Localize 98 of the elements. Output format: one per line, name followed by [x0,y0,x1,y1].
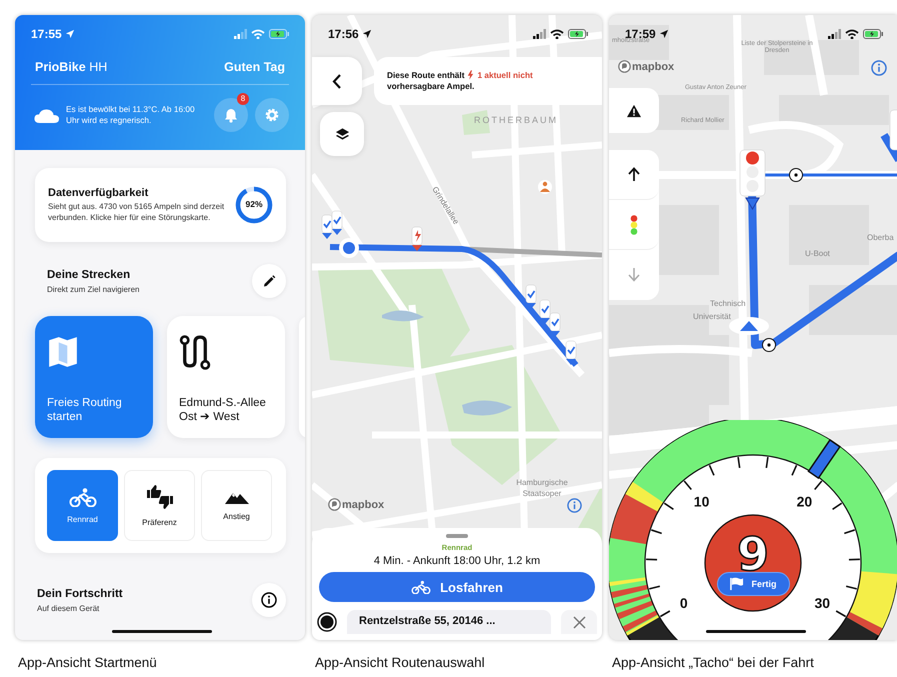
layers-button[interactable] [320,112,364,156]
settings-button[interactable] [255,98,289,132]
signal-icon [234,29,247,39]
traffic-light-marker [322,214,332,239]
signal-icon [533,29,546,39]
drag-handle[interactable] [446,534,468,538]
tick-label: 0 [680,595,688,611]
mapbox-logo-icon [618,60,631,73]
close-icon [572,616,586,628]
map-logo-text: mapbox [632,60,674,72]
bell-icon [224,108,238,122]
thumbs-icon [146,484,174,510]
traffic-light-marker [540,300,550,324]
destination-field[interactable]: Rentzelstraße 55, 20146 ... [347,610,551,634]
battery-icon [568,29,588,39]
person-icon [538,180,552,194]
remove-button[interactable] [561,610,597,634]
map-label: U-Boot [805,249,830,258]
profile-button[interactable]: Präferenz [124,470,195,541]
route-icon [179,334,211,370]
traffic-light-marker [550,312,560,337]
banner-text: Diese Route enthält [387,70,464,80]
destination-marker-icon [317,612,337,632]
route-card[interactable]: Freies Routing starten [35,316,153,438]
section-subtitle: Direkt zum Ziel navigieren [47,284,140,294]
section-title: Dein Fortschritt [37,588,123,600]
warning-icon [626,104,642,118]
info-icon [261,592,277,608]
info-icon [871,60,887,76]
lightning-icon [467,70,474,80]
start-marker [339,238,359,258]
greeting-text: Guten Tag [224,60,285,74]
caption: App-Ansicht „Tacho“ bei der Fahrt [611,655,815,670]
flag-icon [730,577,744,591]
caption: App-Ansicht Startmenü [17,655,158,670]
route-card[interactable]: Edmund-S.-Allee Ost ➔ West [167,316,285,438]
up-button[interactable] [609,150,659,200]
traffic-light-marker [412,226,422,251]
traffic-light-marker [740,150,766,210]
up-arrow-icon [628,167,640,182]
percent-label: 92% [244,199,264,209]
weather-text: Es ist bewölkt bei 11.3°C. Ab 16:00 Uhr wird es regnerisch. [66,104,196,126]
info-button[interactable] [252,583,286,617]
warning-text: 1 aktuell nicht [477,70,533,80]
pencil-icon [262,274,276,288]
cloud-icon [34,106,59,124]
signal-icon [828,29,841,39]
warning-button[interactable] [609,88,659,133]
data-availability-card[interactable]: Datenverfügbarkeit Sieht gut aus. 4730 von 5165 Ampeln sind derzeit verbunden. Klicke hier für eine Störungskarte. 92% [35,168,286,242]
location-arrow-icon [658,29,669,39]
start-button[interactable]: Losfahren [319,572,595,602]
bike-icon [68,487,96,507]
finish-button[interactable]: Fertig [717,572,790,596]
traffic-light-marker [332,210,342,235]
map-label: Technisch [710,299,746,308]
status-time: 17:56 [328,27,359,41]
wifi-icon [845,29,859,39]
traffic-light-marker [526,284,536,309]
wifi-icon [251,29,265,39]
bike-icon [411,580,432,594]
route-summary: 4 Min. - Ankunft 18:00 Uhr, 1.2 km [374,555,540,567]
status-time: 17:55 [31,27,62,41]
map-label: Hamburgische Staatsoper [515,477,569,499]
wifi-icon [550,29,564,39]
down-arrow-icon [628,268,640,282]
map-label: Universität [693,312,731,321]
location-arrow-icon [64,29,75,39]
map-icon [47,334,79,370]
settings-icon [265,108,279,122]
location-arrow-icon [362,29,372,39]
card-text: Sieht gut aus. 4730 von 5165 Ampeln sind derzeit verbunden. Klicke hier für eine Störungskarte. [48,202,226,223]
back-button[interactable] [312,57,362,105]
position-marker [729,317,769,335]
battery-icon [863,29,883,39]
layers-icon [334,127,350,141]
section-subtitle: Auf diesem Gerät [37,604,100,612]
tick-label: 20 [796,494,812,510]
section-title: Deine Strecken [47,268,132,280]
traffic-light-icon [630,214,638,234]
card-title: Datenverfügbarkeit [48,187,150,199]
mapbox-logo-icon [328,498,341,511]
map-label: ROTHERBAUM [474,115,558,125]
map-label: Oberba [867,233,894,242]
back-icon [332,74,342,88]
map-logo-text: mapbox [342,498,384,510]
edit-button[interactable] [252,264,286,298]
info-icon [567,498,582,513]
banner-text: vorhersagbare Ampel. [387,81,474,91]
app-title: PrioBike HH [35,60,108,74]
traffic-light-marker [890,110,897,150]
traffic-light-marker [566,340,576,365]
notification-badge: 8 [237,93,249,105]
profile-button[interactable]: Rennrad [47,470,118,541]
tick-label: 10 [694,494,710,510]
profile-button[interactable]: Anstieg [201,470,272,541]
battery-icon [269,29,289,39]
tick-label: 30 [814,595,830,611]
caption: App-Ansicht Routenauswahl [314,655,486,670]
